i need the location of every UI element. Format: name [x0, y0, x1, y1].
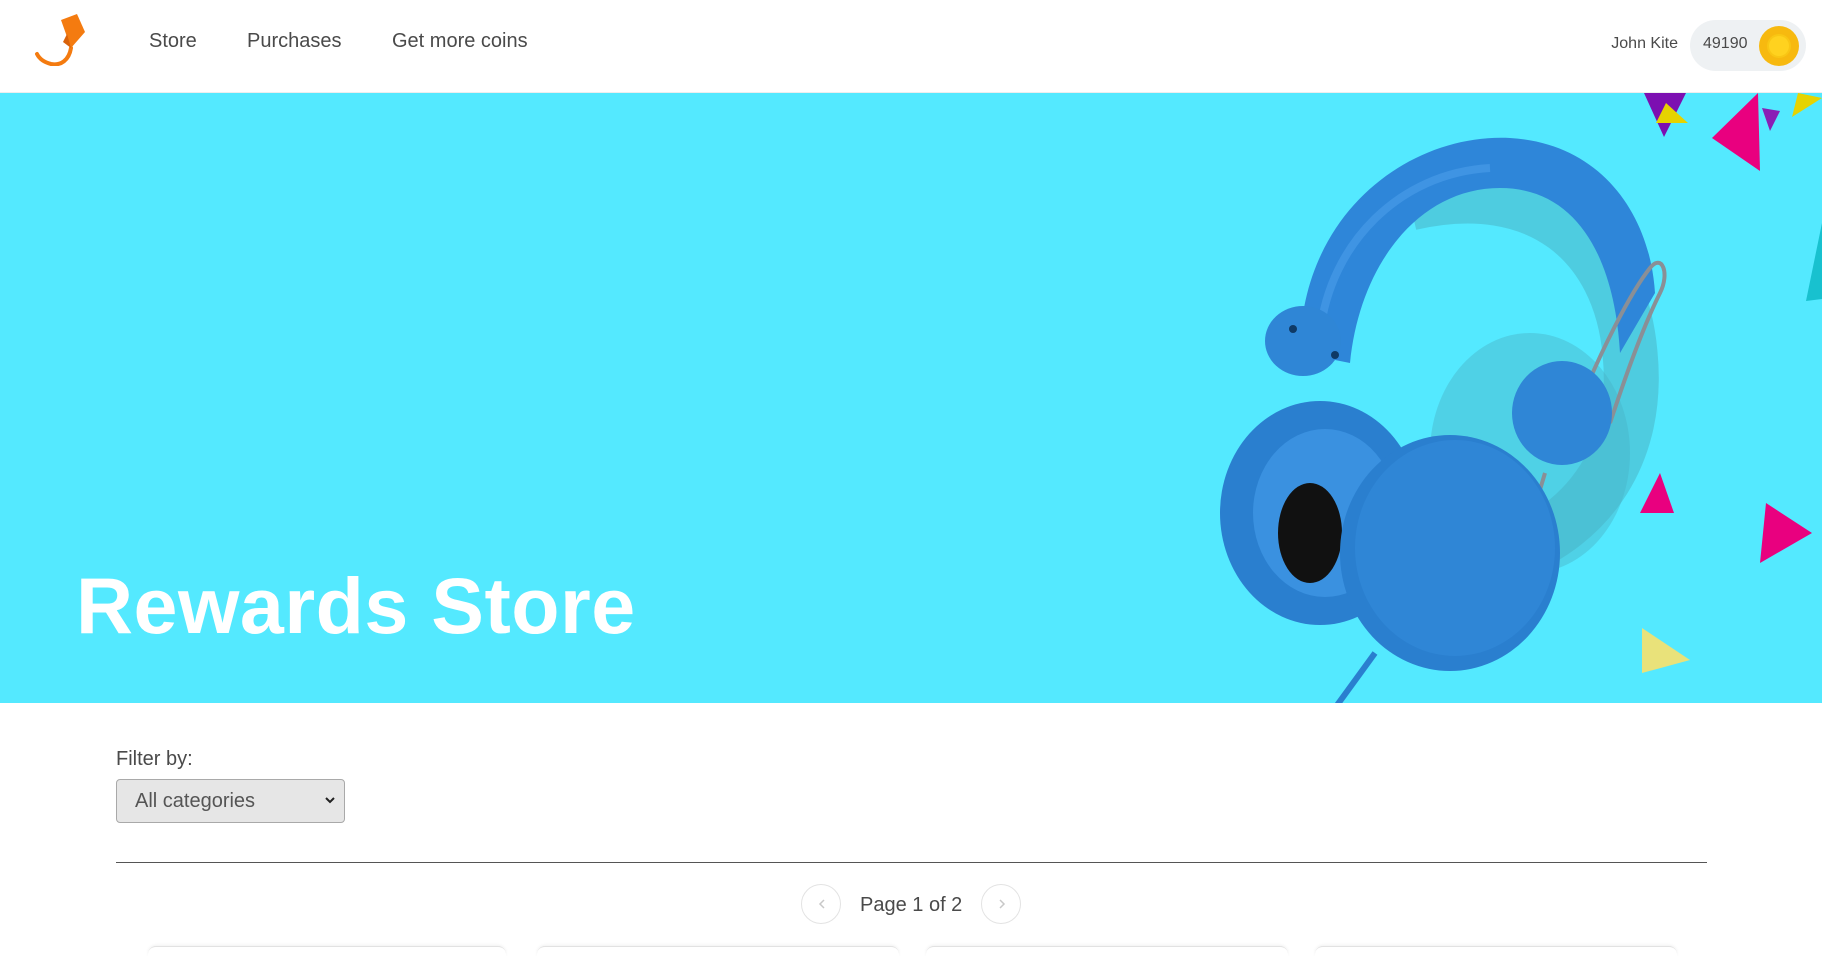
product-card[interactable]: [148, 946, 506, 956]
chevron-left-icon: [818, 899, 825, 909]
page-title: Rewards Store: [76, 561, 636, 650]
filter-label: Filter by:: [116, 748, 193, 770]
product-card[interactable]: [537, 946, 899, 956]
chevron-down-icon: [325, 797, 335, 804]
headphones-illustration: [1220, 93, 1822, 703]
coin-balance-amount: 49190: [1703, 35, 1748, 52]
logo-icon[interactable]: [33, 14, 89, 66]
pagination-label: Page 1 of 2: [860, 894, 963, 916]
nav-purchases-link[interactable]: Purchases: [247, 30, 342, 53]
hero-banner: Rewards Store: [0, 93, 1822, 703]
category-filter-value: All categories: [135, 790, 256, 812]
previous-page-button[interactable]: [801, 884, 841, 924]
next-page-button[interactable]: [981, 884, 1021, 924]
nav-get-more-coins-link[interactable]: Get more coins: [392, 30, 528, 53]
chevron-right-icon: [999, 899, 1006, 909]
user-name[interactable]: John Kite: [1611, 35, 1678, 53]
top-navigation-bar: Store Purchases Get more coins John Kite…: [0, 0, 1822, 93]
coin-balance-badge[interactable]: 49190: [1690, 20, 1806, 71]
section-divider: [116, 862, 1707, 863]
coin-icon: [1759, 26, 1799, 66]
product-card[interactable]: [926, 946, 1288, 956]
nav-store-link[interactable]: Store: [149, 30, 197, 53]
product-card[interactable]: [1315, 946, 1677, 956]
category-filter-select[interactable]: All categories: [116, 779, 345, 823]
